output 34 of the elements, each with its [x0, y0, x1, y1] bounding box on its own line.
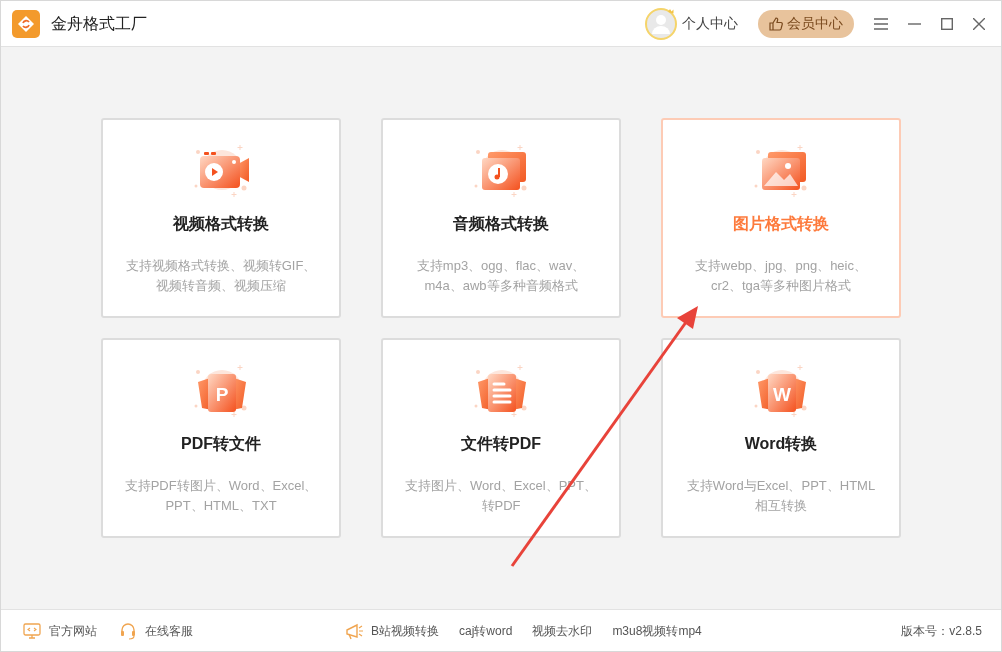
card-title: 视频格式转换 [173, 214, 269, 234]
tool-card[interactable]: 视频格式转换 支持视频格式转换、视频转GIF、视频转音频、视频压缩 [101, 118, 341, 318]
monitor-icon[interactable] [23, 621, 41, 640]
app-logo-icon [12, 9, 40, 38]
footer-link[interactable]: 官方网站 [49, 621, 97, 640]
minimize-icon[interactable] [908, 22, 921, 25]
card-title: 图片格式转换 [733, 214, 829, 234]
tool-card[interactable]: 音频格式转换 支持mp3、ogg、flac、wav、m4a、awb等多种音频格式 [381, 118, 621, 318]
card-description: 支持视频格式转换、视频转GIF、视频转音频、视频压缩 [124, 257, 318, 295]
footer-link[interactable]: m3u8视频转mp4 [612, 621, 702, 640]
megaphone-icon[interactable] [345, 621, 363, 640]
user-center-link[interactable]: 个人中心 [682, 13, 738, 34]
footer-link[interactable]: 视频去水印 [532, 621, 593, 640]
footer-link[interactable]: B站视频转换 [371, 621, 439, 640]
card-title: PDF转文件 [181, 434, 261, 454]
card-description: 支持webp、jpg、png、heic、cr2、tga等多种图片格式 [694, 257, 868, 295]
card-description: 支持Word与Excel、PPT、HTML 相互转换 [685, 477, 877, 515]
version-label: 版本号：v2.8.5 [901, 622, 982, 640]
close-icon[interactable] [973, 17, 985, 30]
tool-card[interactable]: W Word转换 支持Word与Excel、PPT、HTML 相互转换 [661, 338, 901, 538]
footer-link[interactable]: caj转word [459, 621, 513, 640]
card-title: 音频格式转换 [453, 214, 549, 234]
card-description: 支持PDF转图片、Word、Excel、PPT、HTML、TXT [123, 477, 319, 515]
maximize-icon[interactable] [941, 17, 953, 30]
headset-icon[interactable] [119, 621, 137, 640]
thumbs-up-icon [769, 16, 783, 31]
card-description: 支持mp3、ogg、flac、wav、m4a、awb等多种音频格式 [415, 257, 587, 295]
window-title: 金舟格式工厂 [51, 13, 147, 34]
menu-icon[interactable] [874, 17, 888, 30]
footer-link[interactable]: 在线客服 [145, 621, 193, 640]
card-title: 文件转PDF [461, 434, 541, 454]
tool-card[interactable]: P PDF转文件 支持PDF转图片、Word、Excel、PPT、HTML、TXT [101, 338, 341, 538]
card-title: Word转换 [744, 434, 818, 454]
vip-center-button[interactable]: 会员中心 [758, 9, 854, 38]
